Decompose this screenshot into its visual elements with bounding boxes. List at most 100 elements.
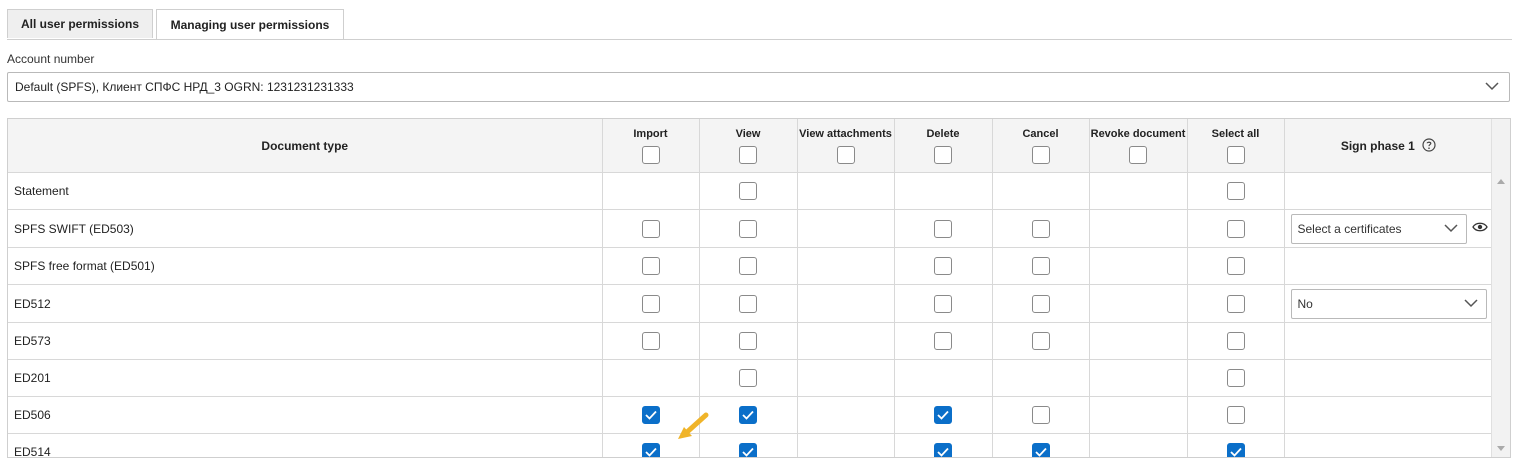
import-all-checkbox[interactable]: [641, 146, 660, 164]
scroll-up-icon[interactable]: [1497, 179, 1505, 184]
col-import: Import: [602, 119, 700, 173]
select-all-cell: [1187, 209, 1285, 248]
tab-bar: All user permissions Managing user permi…: [7, 9, 1512, 40]
revoke-all-checkbox[interactable]: [1129, 146, 1147, 164]
cancel-checkbox[interactable]: [1031, 443, 1050, 457]
pointer-arrow-icon: [678, 412, 709, 439]
select-all-checkbox[interactable]: [1226, 332, 1245, 350]
select-all-checkbox[interactable]: [1226, 294, 1245, 313]
cancel-checkbox[interactable]: [1031, 406, 1050, 424]
sign-phase-label: Sign phase 1: [1340, 139, 1415, 153]
help-icon[interactable]: [1422, 138, 1436, 152]
delete-checkbox[interactable]: [934, 257, 952, 275]
view-all-checkbox[interactable]: [739, 146, 757, 164]
import-cell: [602, 322, 700, 360]
select-all-cell: [1187, 284, 1285, 323]
tab-all-user-permissions[interactable]: All user permissions: [7, 9, 153, 38]
sign-phase-cell: No: [1284, 284, 1494, 323]
select-all-checkbox[interactable]: [1226, 182, 1245, 200]
col-revoke-label: Revoke document: [1090, 128, 1186, 140]
select-all-cell: [1187, 172, 1285, 210]
view-checkbox[interactable]: [739, 257, 757, 275]
eye-icon[interactable]: [1471, 221, 1488, 236]
view-checkbox[interactable]: [739, 443, 757, 457]
import-checkbox[interactable]: [641, 443, 660, 457]
select-all-cell: [1187, 247, 1285, 285]
select-all-cell: [1187, 359, 1285, 397]
document-type-cell: ED512: [8, 284, 603, 323]
view-checkbox[interactable]: [739, 406, 757, 424]
import-cell: [602, 284, 700, 323]
sign-phase-cell: [1284, 433, 1494, 457]
delete-cell: [894, 209, 993, 248]
view-attachments-all-checkbox[interactable]: [836, 146, 855, 164]
col-cancel-label: Cancel: [1022, 128, 1059, 140]
sign-phase-cell: [1284, 172, 1494, 210]
view-attachments-cell: [797, 284, 895, 323]
import-checkbox[interactable]: [641, 219, 660, 238]
view-checkbox[interactable]: [739, 182, 757, 200]
view-checkbox[interactable]: [739, 332, 757, 350]
import-checkbox[interactable]: [641, 257, 660, 275]
col-import-label: Import: [633, 128, 668, 140]
delete-checkbox[interactable]: [934, 332, 952, 350]
col-revoke-document: Revoke document: [1089, 119, 1188, 173]
revoke-cell: [1089, 247, 1188, 285]
import-checkbox[interactable]: [641, 406, 660, 424]
sign-phase-cell: [1284, 359, 1494, 397]
select-all-checkbox[interactable]: [1226, 369, 1245, 387]
col-document-type: Document type: [8, 119, 603, 173]
select-all-cell: [1187, 396, 1285, 434]
sign-option-select[interactable]: No: [1290, 288, 1487, 319]
document-type-cell: Statement: [8, 172, 603, 210]
select-all-checkbox[interactable]: [1226, 219, 1245, 238]
certificate-select[interactable]: Select a certificates: [1290, 213, 1467, 244]
vertical-scrollbar[interactable]: [1491, 119, 1510, 457]
view-checkbox[interactable]: [739, 294, 757, 313]
cancel-cell: [992, 209, 1090, 248]
check-icon: [937, 447, 949, 457]
check-icon: [742, 447, 754, 457]
select-all-cell: [1187, 433, 1285, 457]
view-checkbox[interactable]: [739, 219, 757, 238]
cancel-checkbox[interactable]: [1031, 219, 1050, 238]
scroll-down-icon[interactable]: [1497, 446, 1505, 451]
check-icon: [1034, 447, 1047, 457]
select-all-checkbox[interactable]: [1226, 146, 1245, 164]
col-view-attachments-label: View attachments: [799, 128, 892, 140]
delete-checkbox[interactable]: [934, 443, 952, 457]
import-checkbox[interactable]: [641, 332, 660, 350]
cancel-cell: [992, 359, 1090, 397]
col-view: View: [699, 119, 798, 173]
document-type-cell: ED514: [8, 433, 603, 457]
document-type-cell: SPFS SWIFT (ED503): [8, 209, 603, 248]
import-checkbox[interactable]: [641, 294, 660, 313]
select-all-checkbox[interactable]: [1226, 406, 1245, 424]
delete-checkbox[interactable]: [934, 294, 952, 313]
sign-phase-cell: [1284, 247, 1494, 285]
revoke-cell: [1089, 172, 1188, 210]
sign-phase-cell: [1284, 396, 1494, 434]
delete-all-checkbox[interactable]: [934, 146, 952, 164]
account-number-select[interactable]: Default (SPFS), Клиент СПФС НРД_3 OGRN: …: [7, 72, 1510, 102]
document-type-cell: ED506: [8, 396, 603, 434]
view-checkbox[interactable]: [739, 369, 757, 387]
delete-checkbox[interactable]: [934, 219, 952, 238]
view-cell: [699, 433, 798, 457]
delete-checkbox[interactable]: [934, 406, 952, 424]
select-all-checkbox[interactable]: [1226, 257, 1245, 275]
cancel-checkbox[interactable]: [1031, 257, 1050, 275]
import-cell: [602, 172, 700, 210]
cancel-checkbox[interactable]: [1031, 332, 1050, 350]
view-attachments-cell: [797, 396, 895, 434]
delete-cell: [894, 359, 993, 397]
col-delete-label: Delete: [926, 128, 960, 140]
view-attachments-cell: [797, 433, 895, 457]
view-cell: [699, 209, 798, 248]
cancel-all-checkbox[interactable]: [1031, 146, 1050, 164]
tab-managing-user-permissions[interactable]: Managing user permissions: [156, 9, 344, 39]
select-all-checkbox[interactable]: [1226, 443, 1245, 457]
cancel-checkbox[interactable]: [1031, 294, 1050, 313]
revoke-cell: [1089, 322, 1188, 360]
col-select-all: Select all: [1187, 119, 1285, 173]
